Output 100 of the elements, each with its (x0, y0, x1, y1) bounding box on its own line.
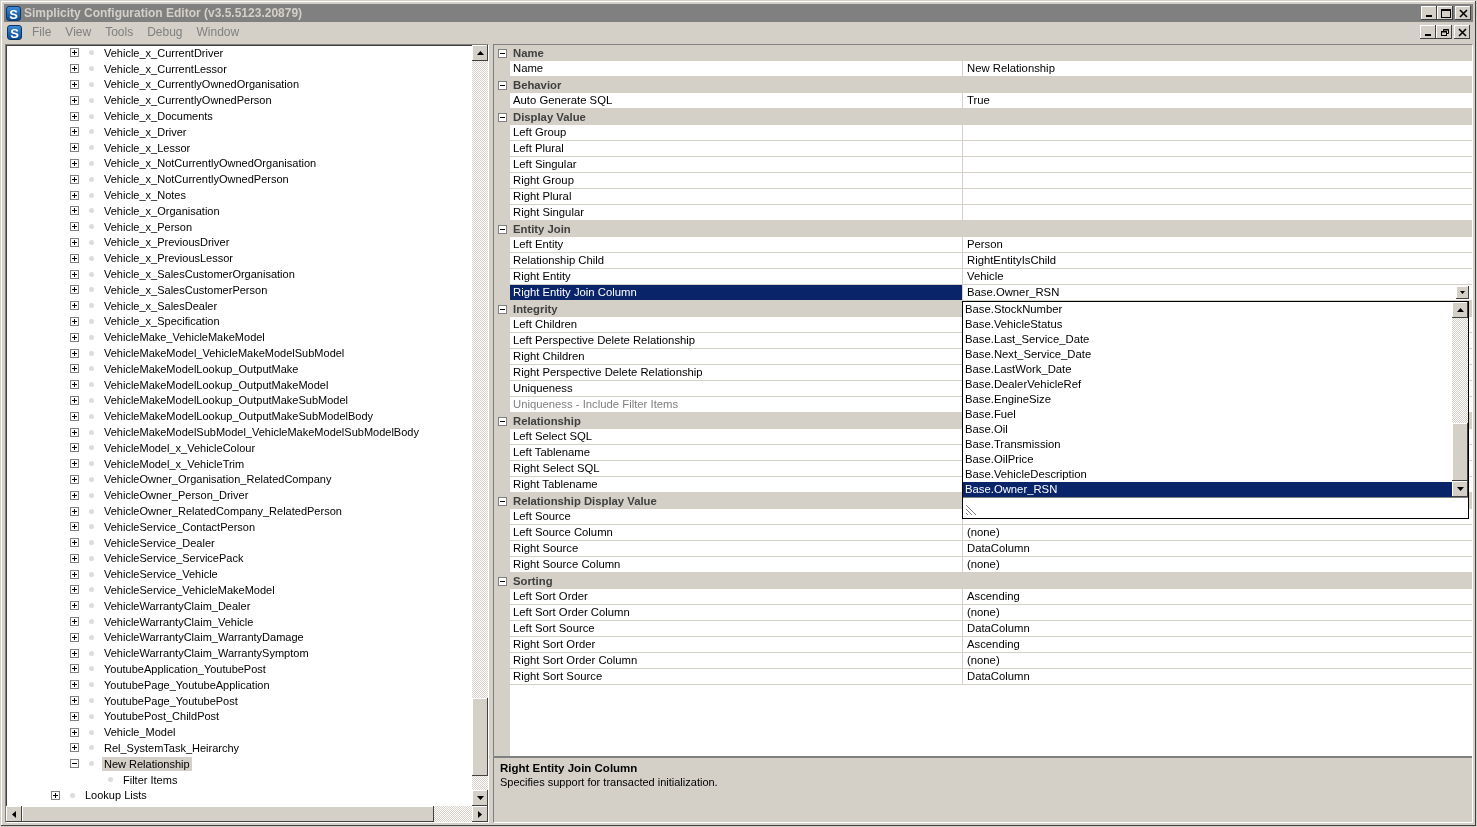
tree-item[interactable]: Vehicle_x_NotCurrentlyOwnedPerson (102, 172, 291, 187)
dropdown-option[interactable]: Base.LastWork_Date (963, 362, 1452, 377)
expand-icon[interactable] (70, 269, 79, 279)
dropdown-option[interactable]: Base.Last_Service_Date (963, 332, 1452, 347)
property-name[interactable]: Uniqueness (510, 381, 963, 397)
expand-icon[interactable] (70, 95, 79, 105)
property-name[interactable]: Right Children (510, 349, 963, 365)
tree-item[interactable]: VehicleService_ServicePack (102, 551, 246, 566)
property-value[interactable]: Base.Owner_RSN (967, 286, 1060, 298)
scroll-down-button[interactable] (472, 790, 488, 806)
expand-icon[interactable] (70, 696, 79, 706)
expand-icon[interactable] (70, 648, 79, 658)
scroll-left-button[interactable] (6, 806, 22, 822)
tree-item[interactable]: Filter Items (121, 772, 180, 787)
expand-icon[interactable] (70, 127, 79, 137)
maximize-button[interactable] (1437, 6, 1453, 20)
property-name[interactable]: Right Select SQL (510, 461, 963, 477)
property-name[interactable]: Right Entity Join Column (510, 285, 963, 301)
collapse-icon[interactable] (497, 416, 507, 426)
expand-icon[interactable] (70, 522, 79, 532)
property-name[interactable]: Left Group (510, 125, 963, 141)
expand-icon[interactable] (70, 632, 79, 642)
tree-item[interactable]: Vehicle_x_CurrentDriver (102, 45, 226, 60)
tree-item[interactable]: VehicleWarrantyClaim_Vehicle (102, 614, 256, 629)
property-value[interactable]: (none) (967, 606, 1000, 618)
expand-icon[interactable] (70, 711, 79, 721)
dropdown-option[interactable]: Base.VehicleStatus (963, 317, 1452, 332)
tree-item[interactable]: Vehicle_x_SalesCustomerOrganisation (102, 267, 297, 282)
expand-icon[interactable] (70, 506, 79, 516)
expand-icon[interactable] (70, 348, 79, 358)
vertical-scrollbar[interactable] (472, 45, 488, 806)
expand-icon[interactable] (70, 427, 79, 437)
dropdown-option[interactable]: Base.StockNumber (963, 302, 1452, 317)
expand-icon[interactable] (70, 443, 79, 453)
tree-item[interactable]: VehicleMakeModelLookup_OutputMakeModel (102, 377, 331, 392)
expand-icon[interactable] (70, 316, 79, 326)
tree-item[interactable]: VehicleService_Vehicle (102, 567, 220, 582)
dropdown-option[interactable]: Base.Owner_RSN (963, 482, 1452, 497)
expand-icon[interactable] (51, 790, 60, 800)
expand-icon[interactable] (70, 206, 79, 216)
tree-item[interactable]: Vehicle_x_Notes (102, 188, 188, 203)
property-value[interactable]: (none) (967, 558, 1000, 570)
property-name[interactable]: Left Sort Order (510, 589, 963, 605)
tree-item[interactable]: Vehicle_x_Lessor (102, 140, 193, 155)
dropdown-button[interactable] (1456, 286, 1469, 299)
property-value[interactable]: DataColumn (967, 670, 1030, 682)
expand-icon[interactable] (70, 490, 79, 500)
tree-item[interactable]: Vehicle_x_Specification (102, 314, 222, 329)
expand-icon[interactable] (70, 80, 79, 89)
tree-item[interactable]: Vehicle_x_SalesDealer (102, 298, 220, 313)
tree-item[interactable]: VehicleMakeModelSubModel_VehicleMakeModelSubModelBody (102, 425, 421, 439)
expand-icon[interactable] (70, 332, 79, 342)
tree-item[interactable]: Vehicle_x_PreviousLessor (102, 251, 236, 266)
scroll-thumb[interactable] (1452, 423, 1468, 481)
minimize-button[interactable] (1421, 6, 1437, 20)
scroll-thumb[interactable] (472, 698, 488, 776)
tree-item[interactable]: Vehicle_x_CurrentlyOwnedOrganisation (102, 77, 302, 92)
property-name[interactable]: Left Select SQL (510, 429, 963, 445)
property-name[interactable]: Right Sort Source (510, 669, 963, 685)
expand-icon[interactable] (70, 395, 79, 405)
collapse-icon[interactable] (497, 496, 507, 506)
expand-icon[interactable] (70, 253, 79, 263)
tree-item[interactable]: VehicleService_ContactPerson (102, 519, 258, 534)
vertical-scrollbar[interactable] (1452, 302, 1468, 497)
expand-icon[interactable] (70, 538, 79, 548)
collapse-icon[interactable] (497, 112, 507, 122)
dropdown-option[interactable]: Base.Next_Service_Date (963, 347, 1452, 362)
scroll-up-button[interactable] (472, 45, 488, 61)
collapse-icon[interactable] (497, 80, 507, 90)
tree-item[interactable]: VehicleWarrantyClaim_WarrantyDamage (102, 630, 306, 645)
property-name[interactable]: Right Perspective Delete Relationship (510, 365, 963, 381)
tree-item[interactable]: Vehicle_x_CurrentLessor (102, 61, 229, 76)
property-name[interactable]: Relationship Child (510, 253, 963, 269)
tree-item[interactable]: VehicleOwner_Organisation_RelatedCompany (102, 472, 334, 487)
expand-icon[interactable] (70, 474, 79, 484)
tree-item[interactable]: Vehicle_x_CurrentlyOwnedPerson (102, 93, 274, 108)
property-name[interactable]: Left Sort Source (510, 621, 963, 637)
expand-icon[interactable] (70, 190, 79, 200)
dropdown-option[interactable]: Base.OilPrice (963, 452, 1452, 467)
property-name[interactable]: Right Source (510, 541, 963, 557)
tree-item[interactable]: VehicleMakeModelLookup_OutputMake (102, 361, 301, 376)
property-name[interactable]: Left Plural (510, 141, 963, 157)
tree-item[interactable]: VehicleOwner_RelatedCompany_RelatedPerson (102, 504, 344, 518)
property-name[interactable]: Left Source (510, 509, 963, 525)
collapse-icon[interactable] (497, 224, 507, 234)
tree-item[interactable]: Vehicle_x_NotCurrentlyOwnedOrganisation (102, 156, 319, 171)
expand-icon[interactable] (70, 617, 79, 627)
property-name[interactable]: Right Group (510, 173, 963, 189)
tree-item[interactable]: VehicleService_Dealer (102, 535, 217, 550)
property-value[interactable]: DataColumn (967, 622, 1030, 634)
dropdown-option[interactable]: Base.Transmission (963, 437, 1452, 452)
tree-item[interactable]: Vehicle_x_Driver (102, 124, 189, 139)
property-name[interactable]: Left Sort Order Column (510, 605, 963, 621)
expand-icon[interactable] (70, 158, 79, 168)
tree-item[interactable]: YoutubeApplication_YoutubePost (102, 661, 268, 676)
tree-item[interactable]: Vehicle_x_Documents (102, 109, 215, 124)
expand-icon[interactable] (70, 285, 79, 295)
collapse-icon[interactable] (497, 48, 507, 58)
dropdown-option[interactable]: Base.VehicleDescription (963, 467, 1452, 482)
restore-button[interactable] (1436, 25, 1452, 39)
